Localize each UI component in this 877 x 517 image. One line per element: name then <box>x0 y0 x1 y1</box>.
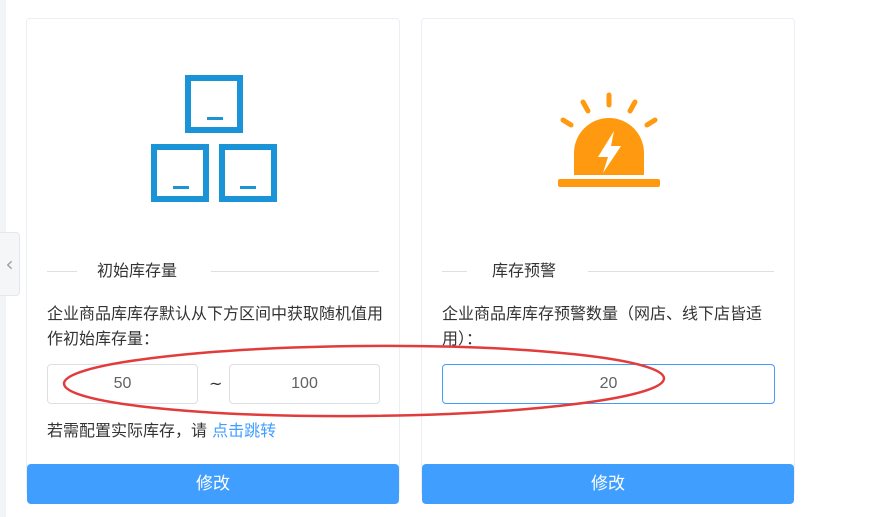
initial-stock-description: 企业商品库库存默认从下方区间中获取随机值用作初始库存量： <box>47 304 384 348</box>
range-min-input[interactable]: 50 <box>47 364 198 404</box>
modify-initial-stock-button[interactable]: 修改 <box>27 464 399 504</box>
alarm-light-icon <box>422 75 794 205</box>
config-hint: 若需配置实际库存，请 点击跳转 <box>47 420 276 442</box>
range-separator: ~ <box>209 374 223 393</box>
stock-alert-divider: 库存预警 <box>442 261 774 281</box>
stock-alert-description: 企业商品库库存预警数量（网店、线下店皆适用）： <box>442 304 763 348</box>
jump-link[interactable]: 点击跳转 <box>212 421 276 440</box>
range-max-input[interactable]: 100 <box>229 364 380 404</box>
stock-alert-title: 库存预警 <box>492 261 557 280</box>
initial-stock-card: 初始库存量 企业商品库库存默认从下方区间中获取随机值用作初始库存量： 50 ~ … <box>26 18 400 504</box>
modify-stock-alert-button[interactable]: 修改 <box>422 464 794 504</box>
initial-stock-title: 初始库存量 <box>97 261 178 280</box>
boxes-icon <box>27 75 399 205</box>
sidebar-collapse-tab[interactable]: ‹ <box>0 232 20 296</box>
alert-threshold-input[interactable]: 20 <box>442 364 775 404</box>
config-hint-text: 若需配置实际库存，请 <box>47 421 213 440</box>
initial-stock-divider: 初始库存量 <box>47 261 379 281</box>
stock-alert-card: 库存预警 企业商品库库存预警数量（网店、线下店皆适用）： 20 修改 <box>421 18 795 504</box>
chevron-left-icon: ‹ <box>5 252 14 276</box>
